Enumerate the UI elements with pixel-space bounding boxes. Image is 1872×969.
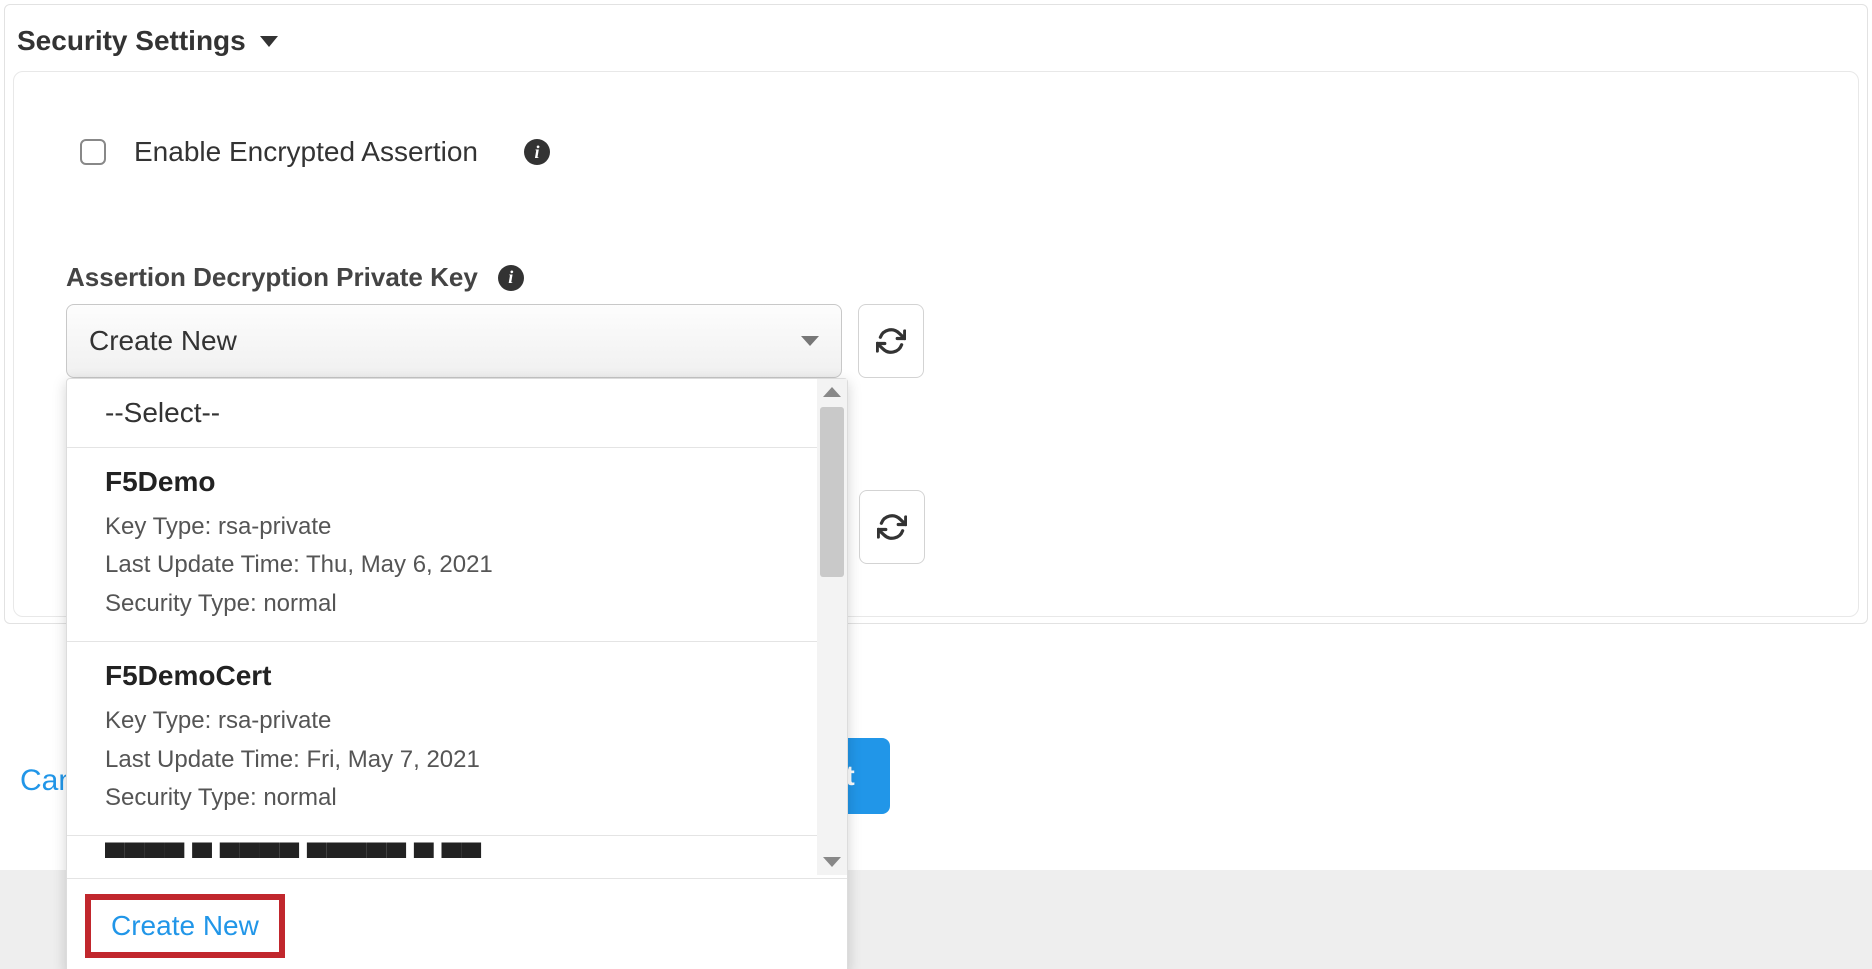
private-key-label-text: Assertion Decryption Private Key — [66, 262, 478, 293]
security-settings-header[interactable]: Security Settings — [17, 25, 278, 57]
assertion-decryption-key-label: Assertion Decryption Private Key i — [66, 262, 524, 293]
dropdown-option-title: F5Demo — [105, 466, 779, 498]
create-new-button[interactable]: Create New — [85, 894, 285, 958]
enable-encrypted-assertion-label: Enable Encrypted Assertion — [134, 136, 478, 168]
dropdown-option-keytype: Key Type: rsa-private — [105, 702, 779, 740]
private-key-select[interactable]: Create New — [66, 304, 842, 378]
private-key-selected-value: Create New — [89, 325, 237, 357]
enable-encrypted-assertion-row: Enable Encrypted Assertion i — [80, 136, 550, 168]
refresh-button[interactable] — [858, 304, 924, 378]
dropdown-option-title: F5DemoCert — [105, 660, 779, 692]
refresh-icon — [876, 326, 906, 356]
scrollbar-thumb[interactable] — [820, 407, 844, 577]
scroll-up-icon[interactable] — [823, 387, 841, 397]
caret-down-icon — [260, 36, 278, 47]
dropdown-option-keytype: Key Type: rsa-private — [105, 508, 779, 546]
dropdown-list: --Select-- F5Demo Key Type: rsa-private … — [67, 379, 817, 878]
chevron-down-icon — [801, 336, 819, 346]
dropdown-option-cutoff[interactable]: ▄▄▄▄ ▄ ▄▄▄▄ ▄▄▄▄▄ ▄ ▄▄ — [67, 836, 817, 858]
enable-encrypted-assertion-checkbox[interactable] — [80, 139, 106, 165]
info-icon[interactable]: i — [524, 139, 550, 165]
dropdown-option-securitytype: Security Type: normal — [105, 585, 779, 623]
info-icon[interactable]: i — [498, 265, 524, 291]
dropdown-scrollbar[interactable] — [817, 379, 847, 875]
dropdown-option-lastupdate: Last Update Time: Fri, May 7, 2021 — [105, 741, 779, 779]
refresh-icon — [877, 512, 907, 542]
dropdown-option-f5democert[interactable]: F5DemoCert Key Type: rsa-private Last Up… — [67, 642, 817, 836]
dropdown-placeholder-option[interactable]: --Select-- — [67, 379, 817, 448]
scroll-down-icon[interactable] — [823, 857, 841, 867]
private-key-dropdown: --Select-- F5Demo Key Type: rsa-private … — [66, 378, 848, 969]
dropdown-option-f5demo[interactable]: F5Demo Key Type: rsa-private Last Update… — [67, 448, 817, 642]
section-title-label: Security Settings — [17, 25, 246, 57]
refresh-button-secondary[interactable] — [859, 490, 925, 564]
dropdown-option-securitytype: Security Type: normal — [105, 779, 779, 817]
dropdown-option-lastupdate: Last Update Time: Thu, May 6, 2021 — [105, 546, 779, 584]
dropdown-footer: Create New — [67, 878, 847, 969]
private-key-select-row: Create New — [66, 304, 924, 378]
